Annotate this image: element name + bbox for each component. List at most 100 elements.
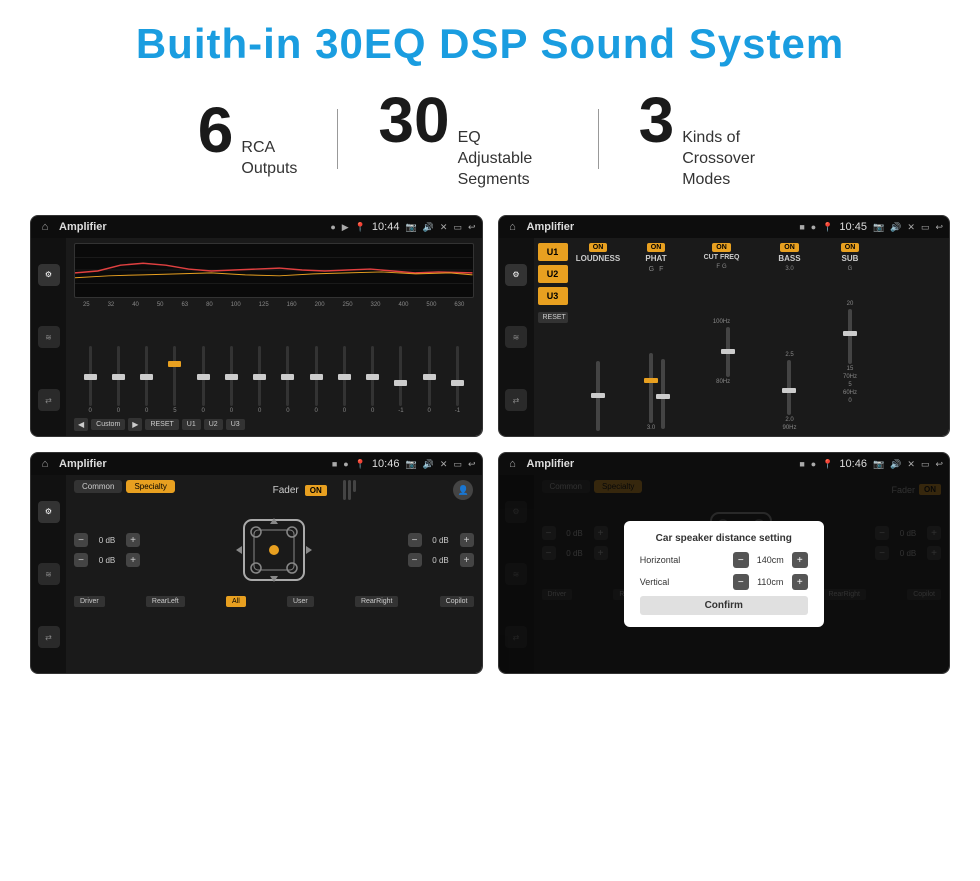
u-buttons: U1 U2 U3 RESET xyxy=(538,243,568,431)
phat-f-slider[interactable] xyxy=(661,359,665,429)
vertical-plus-btn[interactable]: + xyxy=(792,574,808,590)
bass-slider[interactable] xyxy=(787,360,791,415)
prev-btn[interactable]: ◀ xyxy=(74,418,88,431)
common-tab[interactable]: Common xyxy=(74,480,122,493)
right-bot-plus[interactable]: + xyxy=(460,553,474,567)
home-icon-1[interactable]: ⌂ xyxy=(37,219,53,235)
horizontal-plus-btn[interactable]: + xyxy=(792,552,808,568)
eq-slider-5[interactable]: 0 xyxy=(195,346,211,414)
speaker-layout: − 0 dB + − 0 dB + xyxy=(74,510,474,590)
u2-btn[interactable]: U2 xyxy=(204,419,223,430)
person-icon-btn[interactable]: 👤 xyxy=(453,480,473,500)
driver-btn-3[interactable]: Driver xyxy=(74,596,105,607)
pin-icon-4: 📍 xyxy=(822,459,833,470)
rearright-btn-3[interactable]: RearRight xyxy=(355,596,399,607)
eq-chart xyxy=(74,243,474,298)
fd-icon-2[interactable]: ≋ xyxy=(38,563,60,585)
u2-crossover-btn[interactable]: U2 xyxy=(538,265,568,283)
copilot-btn-3[interactable]: Copilot xyxy=(440,596,474,607)
cx-icon-3[interactable]: ⇄ xyxy=(505,389,527,411)
crossover-channels: ON LOUDNESS xyxy=(571,243,946,431)
rect-icon-3: ▭ xyxy=(453,459,462,470)
left-bot-plus[interactable]: + xyxy=(126,553,140,567)
fd-icon-1[interactable]: ⚙ xyxy=(38,501,60,523)
user-btn-3[interactable]: User xyxy=(287,596,314,607)
eq-slider-12[interactable]: -1 xyxy=(393,346,409,414)
u1-btn[interactable]: U1 xyxy=(182,419,201,430)
phat-g-slider[interactable] xyxy=(649,353,653,423)
cx-icon-1[interactable]: ⚙ xyxy=(505,264,527,286)
custom-btn[interactable]: Custom xyxy=(91,419,125,430)
cutfreq-slider[interactable] xyxy=(726,327,730,377)
fader-main: Common Specialty Fader ON xyxy=(66,475,482,673)
eq-icon-1[interactable]: ⚙ xyxy=(38,264,60,286)
left-top-minus[interactable]: − xyxy=(74,533,88,547)
eq-slider-13[interactable]: 0 xyxy=(421,346,437,414)
channel-sub: ON SUB G 20 xyxy=(823,243,878,431)
next-btn[interactable]: ▶ xyxy=(128,418,142,431)
vertical-minus-btn[interactable]: − xyxy=(733,574,749,590)
loudness-slider[interactable] xyxy=(596,361,600,431)
screen4-wrapper: ⌂ Amplifier ■ ● 📍 10:46 📷 🔊 ✕ ▭ ↩ ⚙ xyxy=(498,452,951,674)
back-icon-4[interactable]: ↩ xyxy=(935,459,943,470)
sub-slider[interactable] xyxy=(848,309,852,364)
right-bot-minus[interactable]: − xyxy=(408,553,422,567)
x-icon-1[interactable]: ✕ xyxy=(440,222,448,233)
all-btn-3[interactable]: All xyxy=(226,596,246,607)
crossover-reset-btn[interactable]: RESET xyxy=(538,312,568,323)
fd-icon-3[interactable]: ⇄ xyxy=(38,626,60,648)
eq-slider-8[interactable]: 0 xyxy=(280,346,296,414)
u1-crossover-btn[interactable]: U1 xyxy=(538,243,568,261)
reset-btn-1[interactable]: RESET xyxy=(145,419,178,430)
bottom-btns-3: Driver RearLeft All User RearRight Copil… xyxy=(74,596,474,607)
eq-slider-4[interactable]: 5 xyxy=(167,346,183,414)
eq-slider-14[interactable]: -1 xyxy=(449,346,465,414)
fader-on-badge: ON xyxy=(305,485,327,496)
back-icon-3[interactable]: ↩ xyxy=(468,459,476,470)
specialty-tab[interactable]: Specialty xyxy=(126,480,174,493)
stat-desc-eq: EQ Adjustable Segments xyxy=(458,128,558,190)
vol-icon-3: 🔊 xyxy=(423,459,434,470)
u3-crossover-btn[interactable]: U3 xyxy=(538,287,568,305)
x-icon-3[interactable]: ✕ xyxy=(440,459,448,470)
eq-slider-10[interactable]: 0 xyxy=(336,346,352,414)
left-bot-minus[interactable]: − xyxy=(74,553,88,567)
channel-phat: ON PHAT GF xyxy=(629,243,684,431)
eq-slider-2[interactable]: 0 xyxy=(110,346,126,414)
play-icon-1: ▶ xyxy=(342,222,349,233)
dialog-overlay: Car speaker distance setting Horizontal … xyxy=(499,475,950,673)
eq-slider-1[interactable]: 0 xyxy=(82,346,98,414)
home-icon-4[interactable]: ⌂ xyxy=(505,456,521,472)
horizontal-label: Horizontal xyxy=(640,555,695,565)
screen1-statusbar: ⌂ Amplifier ● ▶ 📍 10:44 📷 🔊 ✕ ▭ ↩ xyxy=(31,216,482,238)
channel-bass: ON BASS 3.0 2.5 xyxy=(760,243,820,431)
u3-btn[interactable]: U3 xyxy=(226,419,245,430)
eq-slider-11[interactable]: 0 xyxy=(365,346,381,414)
page-title: Buith-in 30EQ DSP Sound System xyxy=(30,20,950,68)
screen3-time: 10:46 xyxy=(372,458,400,470)
eq-icon-2[interactable]: ≋ xyxy=(38,326,60,348)
rearleft-btn-3[interactable]: RearLeft xyxy=(146,596,185,607)
eq-slider-9[interactable]: 0 xyxy=(308,346,324,414)
right-top-minus[interactable]: − xyxy=(408,533,422,547)
cx-icon-2[interactable]: ≋ xyxy=(505,326,527,348)
home-icon-3[interactable]: ⌂ xyxy=(37,456,53,472)
right-top-plus[interactable]: + xyxy=(460,533,474,547)
eq-slider-3[interactable]: 0 xyxy=(139,346,155,414)
x-icon-4[interactable]: ✕ xyxy=(907,459,915,470)
eq-bottom-bar: ◀ Custom ▶ RESET U1 U2 U3 xyxy=(74,418,474,431)
dot-icon-4: ● xyxy=(811,459,816,469)
home-icon-2[interactable]: ⌂ xyxy=(505,219,521,235)
horizontal-minus-btn[interactable]: − xyxy=(733,552,749,568)
x-icon-2[interactable]: ✕ xyxy=(907,222,915,233)
eq-slider-6[interactable]: 0 xyxy=(223,346,239,414)
left-top-plus[interactable]: + xyxy=(126,533,140,547)
eq-slider-7[interactable]: 0 xyxy=(252,346,268,414)
rect-icon-2: ▭ xyxy=(921,222,930,233)
dialog-vertical-row: Vertical − 110cm + xyxy=(640,574,808,590)
back-icon-2[interactable]: ↩ xyxy=(935,222,943,233)
screen1-wrapper: ⌂ Amplifier ● ▶ 📍 10:44 📷 🔊 ✕ ▭ ↩ ⚙ ≋ xyxy=(30,215,483,437)
eq-icon-3[interactable]: ⇄ xyxy=(38,389,60,411)
back-icon-1[interactable]: ↩ xyxy=(468,222,476,233)
confirm-button[interactable]: Confirm xyxy=(640,596,808,615)
